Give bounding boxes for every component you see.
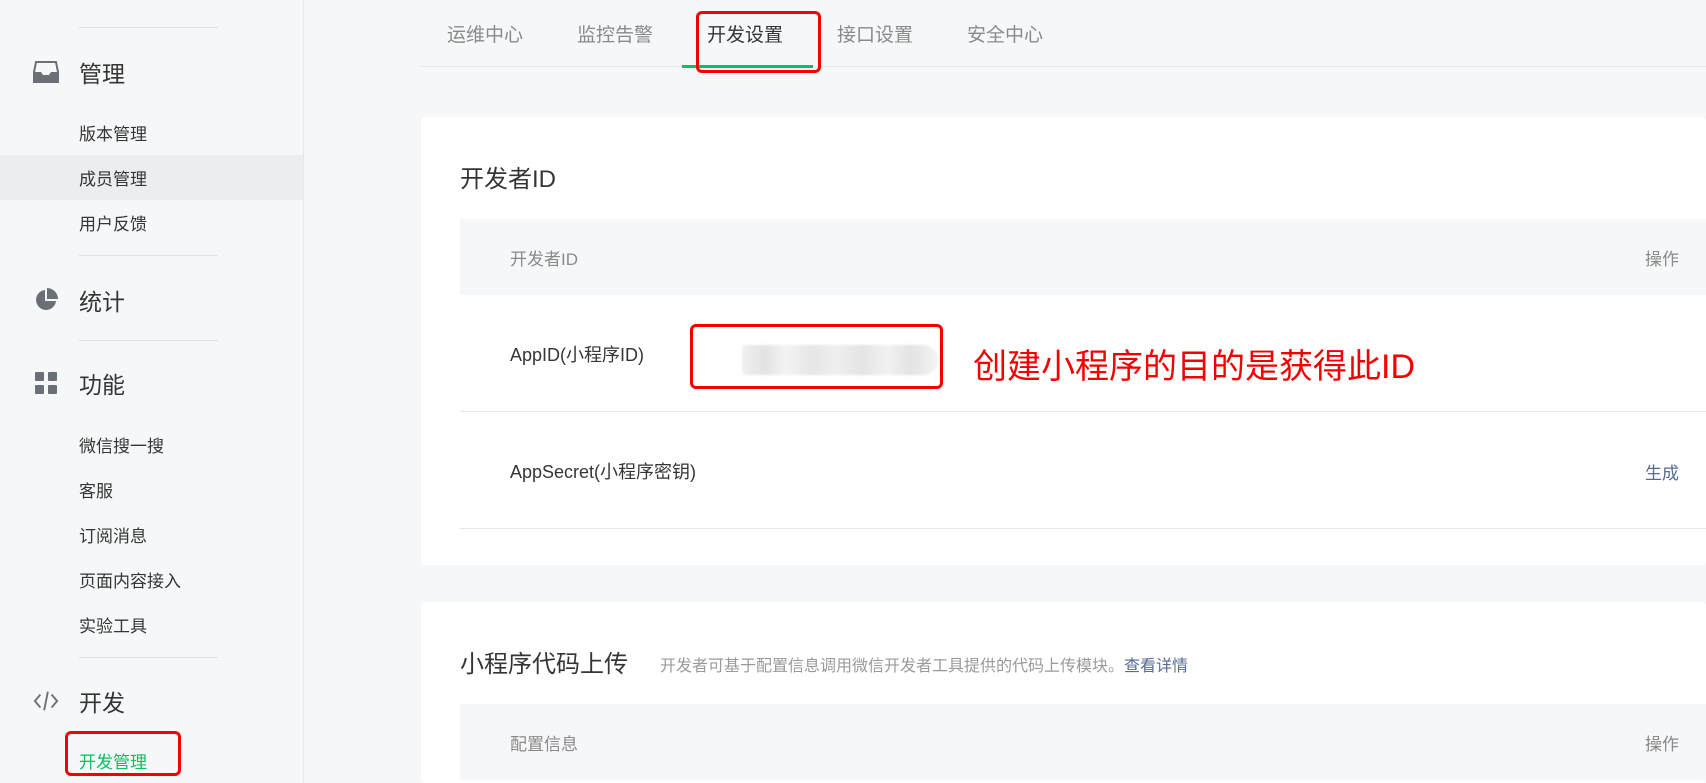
tab-security-center[interactable]: 安全中心 — [967, 20, 1043, 56]
sidebar-divider — [79, 27, 218, 28]
sidebar-item-experiment-tools[interactable]: 实验工具 — [0, 602, 303, 647]
appid-value-blurred — [742, 345, 938, 375]
sidebar-item-member-management[interactable]: 成员管理 — [0, 155, 303, 200]
sidebar-section-features[interactable]: 功能 — [0, 361, 303, 405]
sidebar-item-user-feedback[interactable]: 用户反馈 — [0, 200, 303, 245]
sidebar: 管理 版本管理 成员管理 用户反馈 统计 功能 微信搜一搜 客服 订阅消息 页面… — [0, 0, 304, 783]
column-header-action: 操作 — [1645, 250, 1679, 269]
sidebar-section-development[interactable]: 开发 — [0, 679, 303, 723]
card-title: 开发者ID — [460, 166, 556, 193]
sidebar-item-label: 微信搜一搜 — [79, 437, 164, 456]
view-details-link[interactable]: 查看详情 — [1124, 658, 1188, 675]
card-title: 小程序代码上传 — [460, 651, 628, 678]
table-row-appsecret: AppSecret(小程序密钥) 生成 — [460, 412, 1706, 529]
card-subtitle: 开发者可基于配置信息调用微信开发者工具提供的代码上传模块。查看详情 — [660, 652, 1188, 676]
sidebar-item-label: 开发管理 — [79, 753, 147, 772]
tab-ops-center[interactable]: 运维中心 — [447, 20, 523, 56]
code-icon — [33, 688, 59, 714]
sidebar-item-subscription-messages[interactable]: 订阅消息 — [0, 512, 303, 557]
sidebar-section-statistics[interactable]: 统计 — [0, 278, 303, 322]
tab-bar: 运维中心 监控告警 开发设置 接口设置 安全中心 — [421, 0, 1706, 67]
active-tab-indicator — [682, 65, 813, 68]
sidebar-item-label: 成员管理 — [79, 170, 147, 189]
inbox-icon — [33, 59, 59, 85]
sidebar-item-label: 客服 — [79, 482, 113, 501]
sidebar-item-wechat-search[interactable]: 微信搜一搜 — [0, 422, 303, 467]
sidebar-item-label: 订阅消息 — [79, 527, 147, 546]
sidebar-item-label: 实验工具 — [79, 617, 147, 636]
table-header: 配置信息 操作 — [460, 704, 1706, 780]
card-subtitle-text: 开发者可基于配置信息调用微信开发者工具提供的代码上传模块。 — [660, 658, 1125, 675]
column-header-name: 配置信息 — [510, 735, 578, 754]
sidebar-section-label: 功能 — [79, 372, 125, 398]
tab-dev-settings[interactable]: 开发设置 — [707, 20, 783, 56]
tab-monitoring-alerts[interactable]: 监控告警 — [577, 20, 653, 56]
grid-icon — [33, 370, 59, 396]
sidebar-divider — [79, 340, 218, 341]
annotation-note: 创建小程序的目的是获得此ID — [973, 348, 1415, 386]
sidebar-section-label: 统计 — [79, 289, 125, 315]
code-upload-card: 小程序代码上传 开发者可基于配置信息调用微信开发者工具提供的代码上传模块。查看详… — [421, 602, 1706, 783]
appid-label: AppID(小程序ID) — [510, 345, 645, 365]
sidebar-item-label: 版本管理 — [79, 125, 147, 144]
pie-chart-icon — [33, 287, 59, 313]
appsecret-label: AppSecret(小程序密钥) — [510, 462, 697, 482]
sidebar-item-dev-management[interactable]: 开发管理 — [0, 738, 303, 783]
sidebar-item-label: 页面内容接入 — [79, 572, 181, 591]
sidebar-section-manage[interactable]: 管理 — [0, 50, 303, 94]
sidebar-section-label: 开发 — [79, 690, 125, 716]
column-header-name: 开发者ID — [510, 250, 578, 269]
sidebar-item-label: 用户反馈 — [79, 215, 147, 234]
sidebar-divider — [79, 255, 218, 256]
sidebar-item-page-content-access[interactable]: 页面内容接入 — [0, 557, 303, 602]
sidebar-divider — [79, 657, 218, 658]
column-header-action: 操作 — [1645, 735, 1679, 754]
generate-link[interactable]: 生成 — [1645, 459, 1679, 484]
sidebar-item-customer-service[interactable]: 客服 — [0, 467, 303, 512]
tab-api-settings[interactable]: 接口设置 — [837, 20, 913, 56]
sidebar-section-label: 管理 — [79, 61, 125, 87]
sidebar-item-version-management[interactable]: 版本管理 — [0, 110, 303, 155]
table-header: 开发者ID 操作 — [460, 219, 1706, 295]
